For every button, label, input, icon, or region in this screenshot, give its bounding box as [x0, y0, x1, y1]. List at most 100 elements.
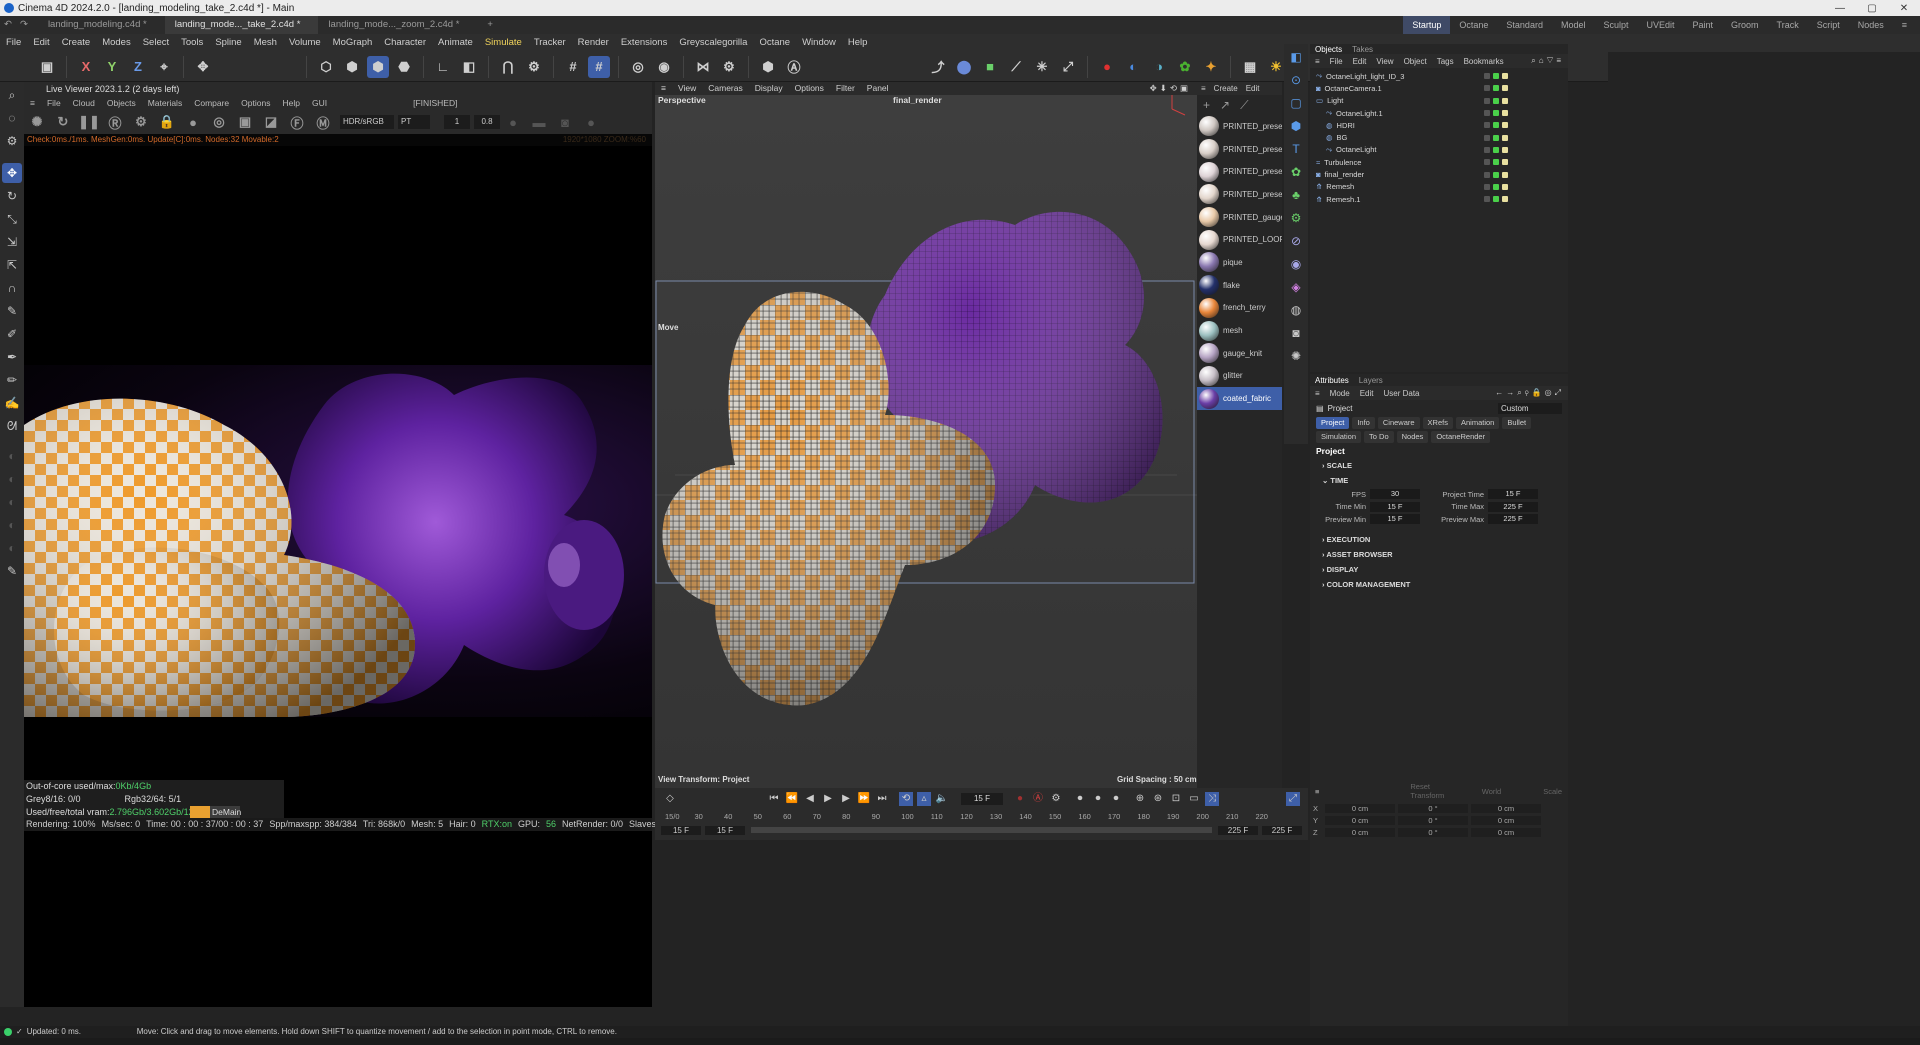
scale-field[interactable]: 0 cm: [1471, 803, 1541, 813]
fcurve-icon[interactable]: ⤢: [1286, 792, 1300, 806]
workplane-icon[interactable]: #: [588, 55, 610, 78]
subtab-animation[interactable]: Animation: [1455, 417, 1500, 429]
live-selection-icon[interactable]: ◌: [2, 108, 22, 128]
layout-tab-track[interactable]: Track: [1768, 16, 1808, 34]
subtab-project[interactable]: Project: [1316, 417, 1350, 429]
snap-settings-icon[interactable]: ⚙: [523, 56, 545, 78]
soft-selection-icon[interactable]: ◎: [627, 56, 649, 78]
restart-render-icon[interactable]: ↻: [52, 111, 74, 133]
key-toggle-icon[interactable]: ▭: [1187, 792, 1201, 806]
flatten-icon[interactable]: ◐: [2, 492, 22, 512]
object-tags[interactable]: [1484, 110, 1568, 117]
material-item[interactable]: PRINTED_LOOP_T: [1197, 228, 1282, 251]
render-preview[interactable]: [24, 365, 652, 717]
go-to-start-icon[interactable]: ⏮: [767, 792, 781, 806]
menu-volume[interactable]: Volume: [283, 34, 327, 52]
obj-menu-file[interactable]: File: [1325, 57, 1348, 66]
object-tags[interactable]: [1484, 159, 1568, 166]
object-row[interactable]: ⤳ OctaneLight: [1310, 144, 1568, 156]
cloner-object-icon[interactable]: ♣: [1286, 185, 1306, 205]
focus-picker-icon[interactable]: ◎: [208, 111, 230, 133]
brush-icon[interactable]: ✐: [2, 324, 22, 344]
uv-mode-icon[interactable]: ⬣: [393, 56, 415, 78]
keyframe-selection-icon[interactable]: ⚙: [1049, 792, 1063, 806]
octane-material-icon[interactable]: ◐: [1122, 56, 1144, 78]
layout-menu-icon[interactable]: ≡: [1893, 16, 1916, 34]
object-tags[interactable]: [1484, 196, 1568, 203]
go-to-end-icon[interactable]: ⏭: [875, 792, 889, 806]
sound-icon[interactable]: 🔈: [935, 792, 949, 806]
subtab-xrefs[interactable]: XRefs: [1422, 417, 1453, 429]
close-icon[interactable]: ✕: [1888, 3, 1920, 14]
tab-takes[interactable]: Takes: [1347, 45, 1378, 54]
key-param-icon[interactable]: ⊕: [1133, 792, 1147, 806]
object-tags[interactable]: [1484, 134, 1568, 141]
object-row[interactable]: ◍ HDRI: [1310, 119, 1568, 131]
compare-icon[interactable]: ▬: [528, 111, 550, 133]
obj-menu-bookmarks[interactable]: Bookmarks: [1459, 57, 1509, 66]
rotation-field[interactable]: 0 °: [1398, 803, 1468, 813]
object-row[interactable]: ▭ Light: [1310, 95, 1568, 107]
octane-camera-icon[interactable]: ◑: [1148, 56, 1170, 78]
symmetry-icon[interactable]: ⋈: [692, 56, 714, 78]
coordinate-system-icon[interactable]: ⌖: [153, 56, 175, 78]
material-item[interactable]: PRINTED_preset_3: [1197, 138, 1282, 161]
exposure-field[interactable]: 1: [444, 115, 470, 129]
world-select[interactable]: World: [1476, 787, 1507, 796]
python-icon[interactable]: ⬤: [953, 56, 975, 78]
object-row[interactable]: ⤊ Remesh.1: [1310, 193, 1568, 205]
rotation-field[interactable]: 0 °: [1398, 815, 1468, 825]
axis-x-button[interactable]: X: [75, 56, 97, 78]
deformer-icon[interactable]: ⤢: [1057, 56, 1079, 78]
new-tab-icon[interactable]: +: [477, 16, 511, 34]
frame-ruler[interactable]: 15/0 30 40 50 60 70 80 90 100 110 120 130 140 150 160 1…: [665, 810, 1298, 824]
object-tags[interactable]: [1484, 183, 1568, 190]
render-region-icon[interactable]: ⬢: [757, 56, 779, 78]
mograph-cloner-icon[interactable]: ✳: [1031, 56, 1053, 78]
menu-modes[interactable]: Modes: [96, 34, 137, 52]
menu-mograph[interactable]: MoGraph: [327, 34, 379, 52]
region-box-icon[interactable]: ▣: [234, 111, 256, 133]
octane-volume-icon[interactable]: ✦: [1200, 56, 1222, 78]
material-item[interactable]: PRINTED_gauge: [1197, 206, 1282, 229]
layout-tab-startup[interactable]: Startup: [1403, 16, 1451, 34]
generator-object-icon[interactable]: ✿: [1286, 162, 1306, 182]
gamma-field[interactable]: 0.8: [474, 115, 500, 129]
lv-menu-materials[interactable]: Materials: [142, 96, 188, 110]
vp-menu-display[interactable]: Display: [749, 82, 789, 95]
material-picker-icon[interactable]: Ⓜ: [312, 111, 334, 133]
keyframe-diamond-icon[interactable]: ◇: [663, 792, 677, 806]
range-slider[interactable]: [751, 827, 1212, 833]
smooth-icon[interactable]: ◐: [2, 469, 22, 489]
text-tool-icon[interactable]: Ⓐ: [783, 56, 805, 78]
object-tags[interactable]: [1484, 122, 1568, 129]
rotation-field[interactable]: 0 °: [1398, 827, 1468, 837]
material-item[interactable]: french_terry: [1197, 297, 1282, 320]
sketch-icon[interactable]: ✍: [2, 393, 22, 413]
undo-icon[interactable]: ↶: [0, 16, 16, 34]
layout-tab-standard[interactable]: Standard: [1497, 16, 1552, 34]
vp-menu-options[interactable]: Options: [789, 82, 830, 95]
vp-menu-filter[interactable]: Filter: [830, 82, 861, 95]
layout-tab-octane[interactable]: Octane: [1450, 16, 1497, 34]
hamburger-icon[interactable]: ≡: [655, 82, 672, 95]
range-end-field[interactable]: 225 F: [1262, 825, 1302, 835]
menu-help[interactable]: Help: [842, 34, 874, 52]
pinch-icon[interactable]: ◐: [2, 538, 22, 558]
snapshot-icon[interactable]: ●: [502, 111, 524, 133]
current-frame-field[interactable]: 15 F: [961, 793, 1003, 805]
object-row[interactable]: ◙ OctaneCamera.1: [1310, 82, 1568, 94]
octane-render-icon[interactable]: ●: [1096, 56, 1118, 78]
subtab-todo[interactable]: To Do: [1364, 431, 1394, 443]
viewport-canvas[interactable]: Perspective final_render Move View Trans…: [655, 95, 1197, 788]
environment-object-icon[interactable]: ◍: [1286, 300, 1306, 320]
object-row[interactable]: ≈ Turbulence: [1310, 156, 1568, 168]
axis-mode-icon[interactable]: ∟: [432, 56, 454, 78]
settings-gear-icon[interactable]: ⚙: [130, 111, 152, 133]
lv-menu-cloud[interactable]: Cloud: [67, 96, 101, 110]
obj-menu-view[interactable]: View: [1371, 57, 1398, 66]
colorspace-select[interactable]: HDR/sRGB: [340, 115, 394, 129]
preview-end-field[interactable]: 225 F: [1218, 825, 1258, 835]
object-row[interactable]: ◙ final_render: [1310, 168, 1568, 180]
layout-tab-groom[interactable]: Groom: [1722, 16, 1768, 34]
